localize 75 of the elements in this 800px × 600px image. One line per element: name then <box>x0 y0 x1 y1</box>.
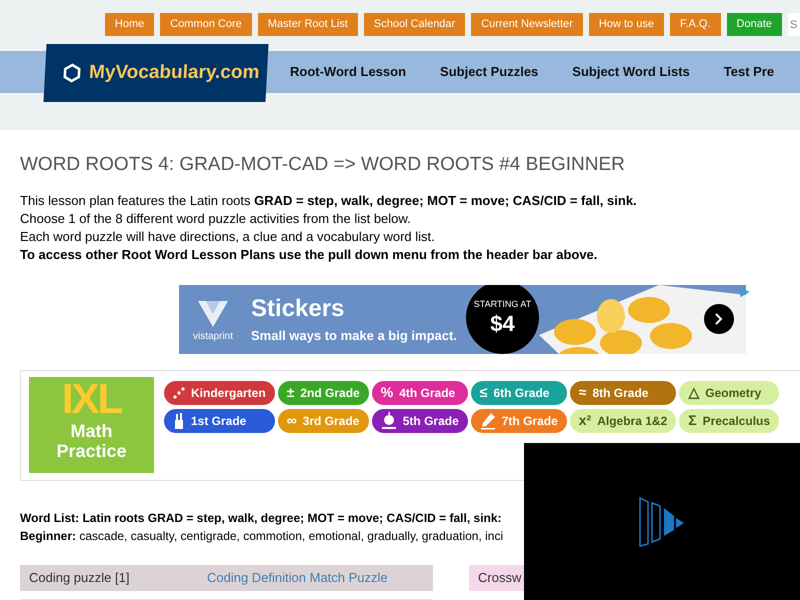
grade-pill[interactable]: 1st Grade <box>164 408 275 432</box>
grade-label: Kindergarten <box>191 384 266 402</box>
triangle-logo-icon <box>198 300 228 326</box>
nav-link-button[interactable]: Home <box>104 13 154 36</box>
grade-pill[interactable]: ∞ 3rd Grade <box>278 408 369 432</box>
ixl-logo[interactable]: IXL Math Practice <box>29 377 154 473</box>
apple-icon <box>380 412 397 430</box>
search-field[interactable]: S <box>788 13 800 36</box>
grade-pill[interactable]: △ Geometry <box>679 380 780 404</box>
grade-pill[interactable]: 5th Grade <box>372 408 468 432</box>
ad-banner[interactable]: vistaprint Stickers Small ways to make a big impact. STARTING AT $4 <box>179 284 746 354</box>
price-label: STARTING AT <box>474 298 532 312</box>
word-list-heading: Word List: Latin roots GRAD = step, walk, degree; MOT = move; CAS/CID = fall, sink: <box>20 510 503 526</box>
grade-label: 6th Grade <box>493 384 550 402</box>
pencil-icon <box>480 412 496 430</box>
logo-text: MyVocabulary.com <box>88 60 260 85</box>
ad-tagline: Small ways to make a big impact. <box>251 326 457 345</box>
beginner-word-list: Beginner: cascade, casualty, centigrade, commotion, emotional, gradually, graduation, inci <box>20 526 780 544</box>
grade-label: 4th Grade <box>399 384 456 402</box>
intro-text: To access other Root Word Lesson Plans use the pull down menu from the header bar above. <box>20 246 598 264</box>
ad-title: Stickers <box>251 294 344 322</box>
grade-label: 7th Grade <box>502 412 558 430</box>
nav-link-button[interactable]: How to use <box>588 13 664 36</box>
grade-label: 8th Grade <box>592 384 648 402</box>
nav-menu-item[interactable]: Subject Puzzles <box>440 62 538 82</box>
math-practice-label: Math Practice <box>56 421 127 461</box>
grade-label: 3rd Grade <box>302 412 360 430</box>
play-logo-icon <box>638 496 686 548</box>
donate-button[interactable]: Donate <box>726 13 782 36</box>
grade-symbol: ∞ <box>286 411 297 430</box>
grade-label: Algebra 1&2 <box>597 412 668 430</box>
grade-pill[interactable]: x² Algebra 1&2 <box>570 408 676 432</box>
nav-menu-item[interactable]: Root-Word Lesson <box>290 62 406 82</box>
grade-label: Geometry <box>705 384 762 402</box>
price-text: $4 <box>490 312 515 336</box>
grade-label: Precalculus <box>702 412 770 430</box>
hexagon-icon <box>62 63 82 83</box>
table-cell-text: Crossw <box>477 568 522 587</box>
grade-symbol: Σ <box>688 411 697 430</box>
grade-label: 5th Grade <box>402 412 459 430</box>
page-heading: WORD ROOTS 4: GRAD-MOT-CAD => WORD ROOTS #4 BEGINNER <box>20 153 626 177</box>
grade-pill[interactable]: ≈ 8th Grade <box>570 380 676 404</box>
grade-symbol: % <box>380 383 394 402</box>
puzzle-link[interactable]: Coding Definition Match Puzzle <box>207 568 388 588</box>
nav-link-button[interactable]: School Calendar <box>364 13 466 36</box>
grade-symbol: ± <box>286 383 294 402</box>
nav-link-button[interactable]: Master Root List <box>258 13 358 36</box>
grade-pill[interactable]: 7th Grade <box>470 408 567 432</box>
dots-icon <box>173 386 185 398</box>
grade-symbol: ≤ <box>480 383 488 402</box>
nav-link-button[interactable]: Current Newsletter <box>471 13 583 36</box>
pencil-cup-icon <box>173 412 185 428</box>
intro-text: Choose 1 of the 8 different word puzzle activities from the list below. <box>20 210 412 228</box>
grade-pill[interactable]: % 4th Grade <box>372 380 468 404</box>
grade-symbol: x² <box>578 411 592 430</box>
grade-pill[interactable]: Kindergarten <box>164 380 275 404</box>
nav-link-button[interactable]: F.A.Q. <box>670 13 721 36</box>
grade-pill[interactable]: ≤ 6th Grade <box>470 380 567 404</box>
brand-name: vistaprint <box>193 330 234 344</box>
nav-link-button[interactable]: Common Core <box>160 13 252 36</box>
grade-label: 1st Grade <box>191 412 246 430</box>
table-cell-text: Coding puzzle [1] <box>28 568 130 587</box>
grade-symbol: △ <box>688 383 700 402</box>
grade-symbol: ≈ <box>578 383 586 402</box>
grade-pill[interactable]: ± 2nd Grade <box>278 380 369 404</box>
nav-menu-item[interactable]: Test Pre <box>724 62 774 82</box>
ixl-logo-text: IXL <box>62 377 122 421</box>
grade-label: 2nd Grade <box>300 384 360 402</box>
grade-pill[interactable]: Σ Precalculus <box>679 408 780 432</box>
logo-banner[interactable]: MyVocabulary.com <box>43 44 269 102</box>
ad-choices-icon[interactable] <box>739 286 749 296</box>
chevron-right-icon <box>715 312 723 324</box>
intro-text: Each word puzzle will have directions, a clue and a vocabulary word list. <box>20 228 436 246</box>
nav-menu-item[interactable]: Subject Word Lists <box>572 62 690 82</box>
intro-text: This lesson plan features the Latin roots GRAD = step, walk, degree; MOT = move; CAS/CID = fall, sink. <box>20 192 638 210</box>
